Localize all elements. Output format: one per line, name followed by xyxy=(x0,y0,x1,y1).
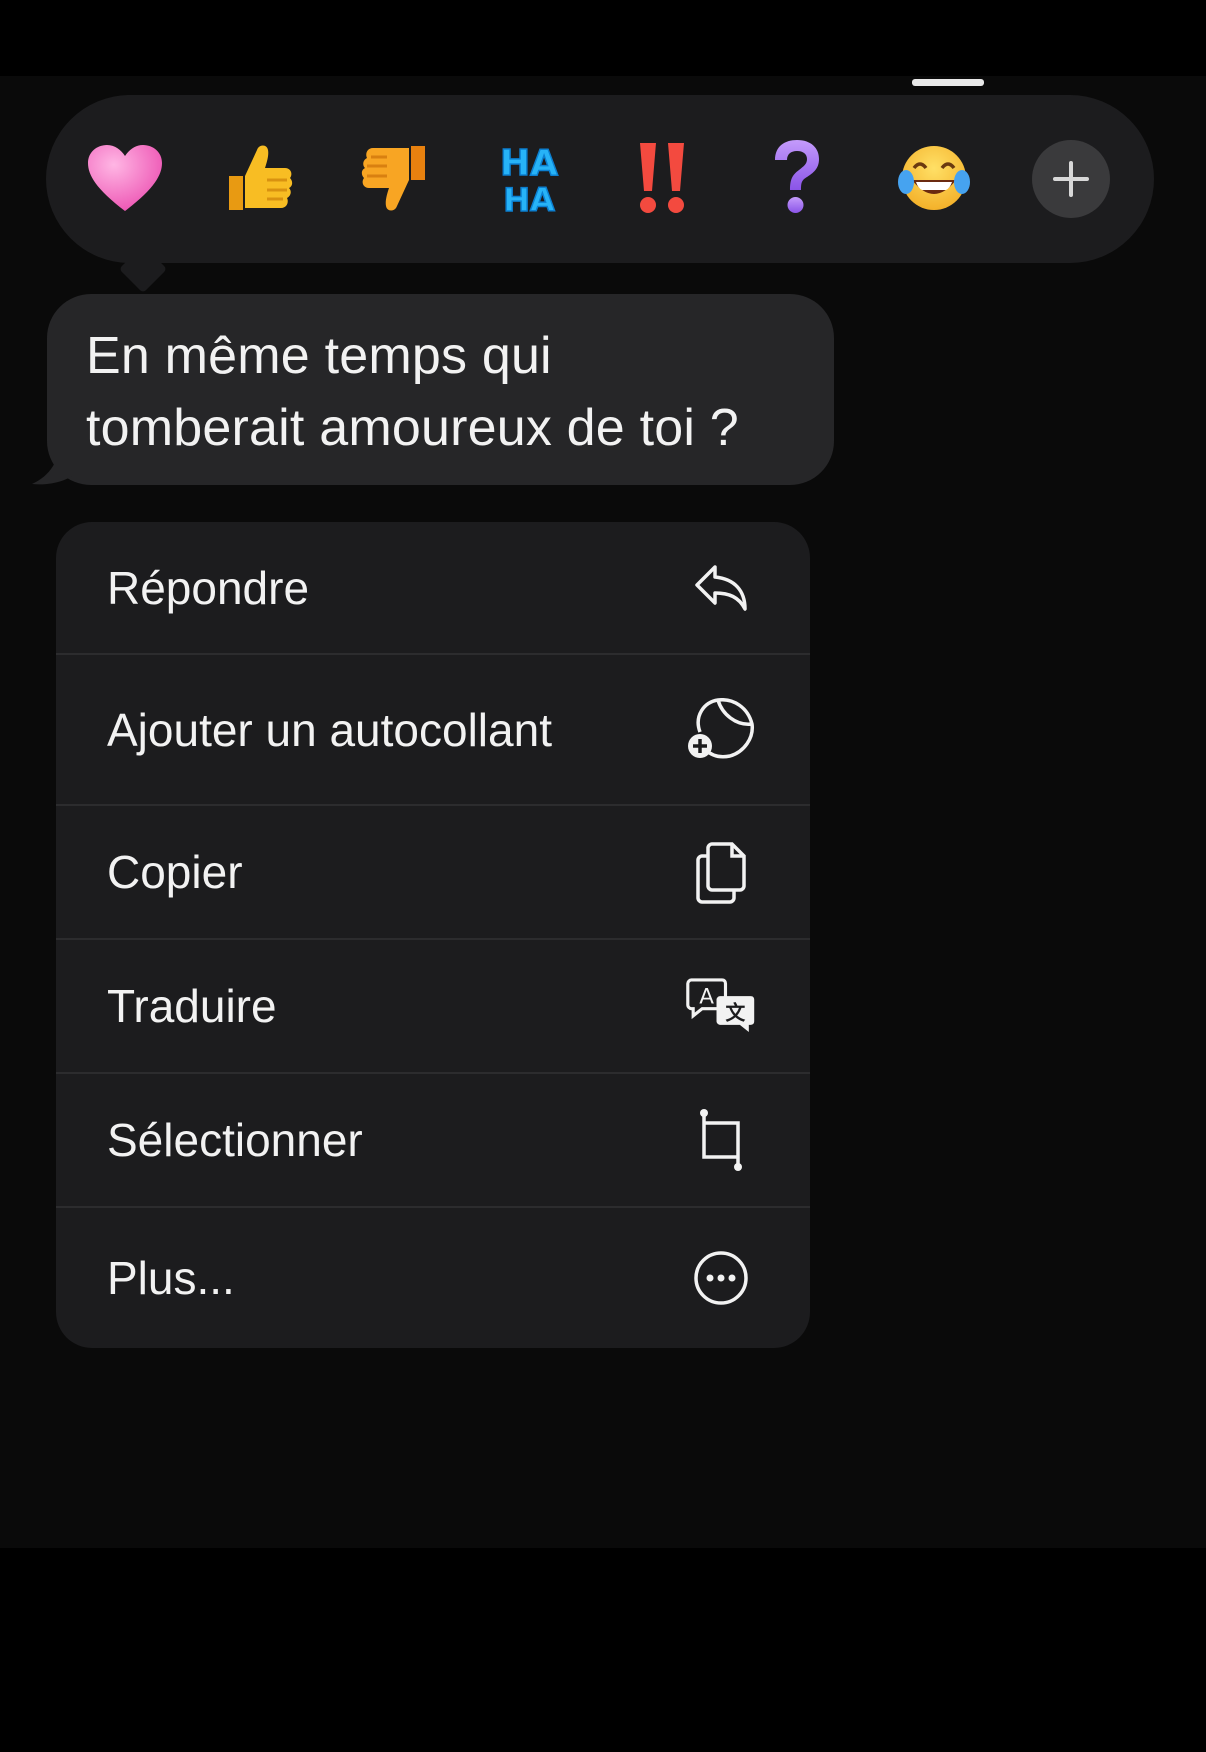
menu-item-label: Traduire xyxy=(107,980,277,1032)
message-bubble-tail xyxy=(32,440,88,485)
menu-item-reply[interactable]: Répondre xyxy=(56,522,810,653)
copy-icon xyxy=(686,837,756,907)
menu-item-add-sticker[interactable]: Ajouter un autocollant xyxy=(56,655,810,804)
heart-reaction-icon[interactable] xyxy=(80,133,170,223)
plus-icon xyxy=(1053,161,1089,197)
translate-icon: A 文 xyxy=(686,971,756,1041)
reaction-bar xyxy=(46,95,1154,263)
crop-select-icon xyxy=(686,1105,756,1175)
top-indicator-bar xyxy=(912,79,984,86)
menu-item-select[interactable]: Sélectionner xyxy=(56,1074,810,1206)
message-text: En même temps qui tomberait amoureux de … xyxy=(86,320,806,464)
menu-item-label: Plus... xyxy=(107,1252,235,1304)
svg-text:文: 文 xyxy=(725,1001,745,1024)
menu-item-more[interactable]: Plus... xyxy=(56,1208,810,1348)
thumbs-up-reaction-icon[interactable] xyxy=(214,133,304,223)
question-reaction-icon[interactable] xyxy=(752,133,842,223)
haha-reaction-icon[interactable]: HA HA xyxy=(484,133,574,223)
message-line-1: En même temps qui xyxy=(86,327,552,385)
more-ellipsis-icon xyxy=(686,1243,756,1313)
context-menu: Répondre Ajouter un autocollant Copier T… xyxy=(56,522,810,1348)
reply-arrow-icon xyxy=(686,553,756,623)
thumbs-down-reaction-icon[interactable] xyxy=(350,133,440,223)
menu-item-copy[interactable]: Copier xyxy=(56,806,810,938)
menu-item-label: Copier xyxy=(107,846,243,898)
haha-top-text: HA xyxy=(500,143,558,184)
svg-text:A: A xyxy=(699,984,714,1009)
laughing-face-reaction-icon[interactable] xyxy=(889,133,979,223)
menu-item-translate[interactable]: Traduire A 文 xyxy=(56,940,810,1072)
sticker-add-icon xyxy=(686,695,756,765)
menu-item-label: Ajouter un autocollant xyxy=(107,703,552,756)
more-reactions-button[interactable] xyxy=(1032,140,1110,218)
message-line-2: tomberait amoureux de toi ? xyxy=(86,399,739,457)
exclamation-reaction-icon[interactable] xyxy=(618,133,708,223)
menu-item-label: Sélectionner xyxy=(107,1114,363,1166)
haha-bottom-text: HA xyxy=(503,181,555,217)
menu-item-label: Répondre xyxy=(107,561,310,614)
